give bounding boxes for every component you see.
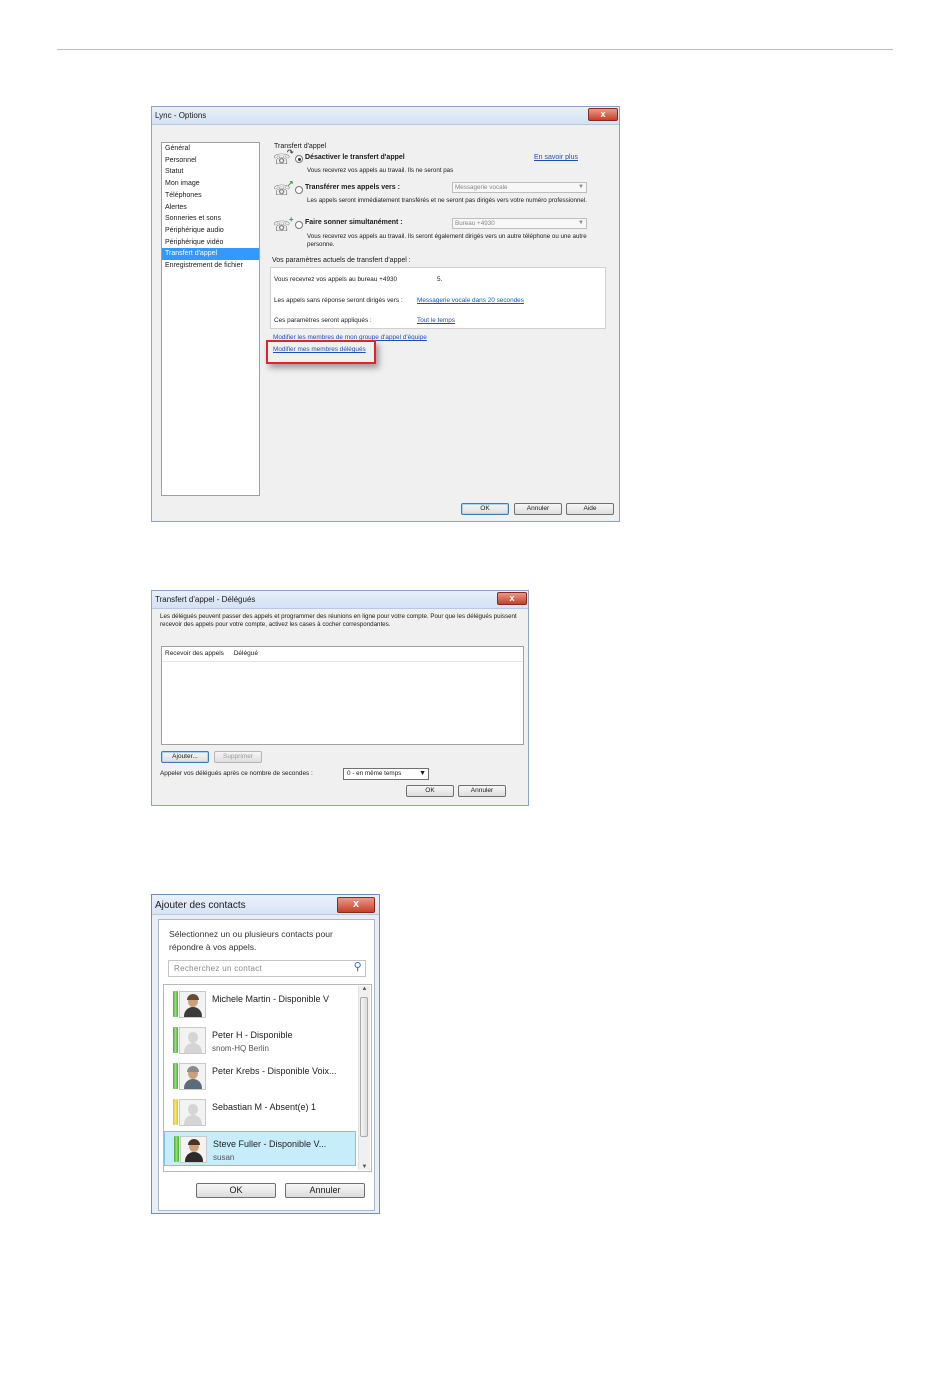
delegates-titlebar: Transfert d'appel - Délégués x bbox=[152, 591, 528, 609]
radio-simultaneous-ring[interactable] bbox=[295, 221, 303, 229]
ok-button[interactable]: OK bbox=[461, 503, 509, 515]
search-placeholder: Recherchez un contact bbox=[174, 964, 263, 973]
contact-row[interactable]: Sebastian M - Absent(e) 1 bbox=[164, 1095, 356, 1128]
scroll-thumb[interactable] bbox=[360, 997, 368, 1137]
presence-indicator bbox=[173, 1027, 178, 1053]
cancel-button[interactable]: Annuler bbox=[514, 503, 562, 515]
opt1-label: Désactiver le transfert d'appel bbox=[305, 154, 405, 161]
avatar bbox=[179, 1099, 206, 1126]
add-contacts-body: Sélectionnez un ou plusieurs contacts po… bbox=[158, 919, 375, 1211]
contact-name: Steve Fuller - Disponible V... bbox=[213, 1139, 327, 1149]
delay-select[interactable]: 0 - en même temps ▼ bbox=[343, 768, 429, 780]
contact-row[interactable]: Peter H - Disponible snom-HQ Berlin bbox=[164, 1023, 356, 1056]
opt3-label: Faire sonner simultanément : bbox=[305, 219, 403, 226]
contact-list[interactable]: Michele Martin - Disponible V Peter H - … bbox=[163, 984, 372, 1172]
add-delegate-button[interactable]: Ajouter... bbox=[161, 751, 209, 763]
radio-forward-calls[interactable] bbox=[295, 186, 303, 194]
presence-indicator bbox=[173, 991, 178, 1017]
opt2-desc: Les appels seront immédiatement transfér… bbox=[307, 197, 587, 204]
contact-sub: susan bbox=[213, 1153, 235, 1162]
contact-row[interactable]: Peter Krebs - Disponible Voix... bbox=[164, 1059, 356, 1092]
contact-list-scrollbar[interactable]: ▲ ▼ bbox=[358, 986, 370, 1170]
section-title: Transfert d'appel bbox=[274, 143, 327, 150]
search-icon[interactable]: ⚲ bbox=[354, 960, 362, 975]
simultaneous-target-select[interactable]: Bureau +4930 ▼ bbox=[452, 218, 587, 229]
forward-target-select[interactable]: Messagerie vocale ▼ bbox=[452, 182, 587, 193]
delegates-list[interactable]: Recevoir des appels Délégué bbox=[161, 646, 524, 745]
avatar bbox=[179, 991, 206, 1018]
phone-simultaneous-icon: ☏ + bbox=[273, 215, 294, 234]
contact-name: Peter H - Disponible bbox=[212, 1030, 293, 1040]
apply-time-link[interactable]: Tout le temps bbox=[417, 317, 455, 324]
col-delegate[interactable]: Délégué bbox=[234, 650, 258, 657]
call-forwarding-panel: Transfert d'appel En savoir plus ☏ ↷ Désa… bbox=[152, 107, 619, 521]
delegates-list-header: Recevoir des appels Délégué bbox=[162, 647, 523, 662]
contact-name: Sebastian M - Absent(e) 1 bbox=[212, 1102, 317, 1112]
phone-forward-icon: ☏ ↷ bbox=[273, 148, 294, 167]
opt1-desc: Vous recevrez vos appels au travail. Ils… bbox=[307, 167, 454, 174]
presence-indicator bbox=[173, 1063, 178, 1089]
ok-button[interactable]: OK bbox=[196, 1183, 276, 1198]
simultaneous-target-value: Bureau +4930 bbox=[455, 220, 495, 227]
radio-disable-forwarding[interactable] bbox=[295, 155, 303, 163]
instruction-text: Sélectionnez un ou plusieurs contacts po… bbox=[169, 929, 333, 952]
learn-more-link[interactable]: En savoir plus bbox=[534, 154, 578, 161]
cancel-button[interactable]: Annuler bbox=[458, 785, 506, 797]
scroll-up-icon[interactable]: ▲ bbox=[359, 986, 370, 992]
delegates-title: Transfert d'appel - Délégués bbox=[155, 595, 256, 604]
opt3-desc: Vous recevrez vos appels au travail. Ils… bbox=[307, 233, 587, 248]
add-contacts-titlebar: Ajouter des contacts x bbox=[152, 895, 379, 915]
contact-search-input[interactable]: Recherchez un contact ⚲ bbox=[168, 960, 366, 977]
current-line1: Vous recevrez vos appels au bureau +4930 bbox=[274, 276, 398, 283]
contact-name: Peter Krebs - Disponible Voix... bbox=[212, 1066, 337, 1076]
lync-options-window: Lync - Options x Général Personnel Statu… bbox=[151, 106, 620, 522]
add-contacts-window: Ajouter des contacts x Sélectionnez un o… bbox=[151, 894, 380, 1214]
phone-transfer-icon: ☏ ↗ bbox=[273, 179, 294, 198]
close-icon[interactable]: x bbox=[497, 592, 527, 605]
chevron-down-icon: ▼ bbox=[419, 770, 426, 777]
delegates-description: Les délégués peuvent passer des appels e… bbox=[160, 613, 517, 628]
chevron-down-icon: ▼ bbox=[578, 220, 584, 226]
contact-row-selected[interactable]: Steve Fuller - Disponible V... susan bbox=[164, 1131, 356, 1166]
avatar bbox=[180, 1136, 207, 1163]
chevron-down-icon: ▼ bbox=[578, 184, 584, 190]
presence-indicator bbox=[174, 1136, 179, 1162]
delay-value: 0 - en même temps bbox=[347, 770, 402, 777]
avatar bbox=[179, 1063, 206, 1090]
delegates-window: Transfert d'appel - Délégués x Les délég… bbox=[151, 590, 529, 806]
ok-button[interactable]: OK bbox=[406, 785, 454, 797]
unanswered-calls-link[interactable]: Messagerie vocale dans 20 secondes bbox=[417, 297, 524, 304]
avatar bbox=[179, 1027, 206, 1054]
close-icon[interactable]: x bbox=[337, 897, 375, 913]
current-settings-box: Vous recevrez vos appels au bureau +4930… bbox=[270, 267, 606, 329]
help-button[interactable]: Aide bbox=[566, 503, 614, 515]
current-line2: Les appels sans réponse seront dirigés v… bbox=[274, 297, 403, 304]
current-line1-tail: 5. bbox=[437, 276, 443, 283]
current-settings-title: Vos paramètres actuels de transfert d'ap… bbox=[272, 257, 411, 264]
scroll-down-icon[interactable]: ▼ bbox=[359, 1164, 370, 1170]
opt2-label: Transférer mes appels vers : bbox=[305, 184, 400, 191]
contact-name: Michele Martin - Disponible V bbox=[212, 994, 330, 1004]
delegates-link-highlight bbox=[266, 340, 376, 364]
forward-target-value: Messagerie vocale bbox=[455, 184, 508, 191]
presence-indicator bbox=[173, 1099, 178, 1125]
contact-sub: snom-HQ Berlin bbox=[212, 1044, 269, 1053]
delay-label: Appeler vos délégués après ce nombre de … bbox=[160, 770, 313, 777]
contact-row[interactable]: Michele Martin - Disponible V bbox=[164, 987, 356, 1020]
add-contacts-title: Ajouter des contacts bbox=[155, 900, 246, 911]
current-line3: Ces paramètres seront appliqués : bbox=[274, 317, 372, 324]
remove-delegate-button[interactable]: Supprimer bbox=[214, 751, 262, 763]
page-top-rule bbox=[57, 49, 893, 50]
col-receive-calls[interactable]: Recevoir des appels bbox=[165, 650, 224, 657]
cancel-button[interactable]: Annuler bbox=[285, 1183, 365, 1198]
